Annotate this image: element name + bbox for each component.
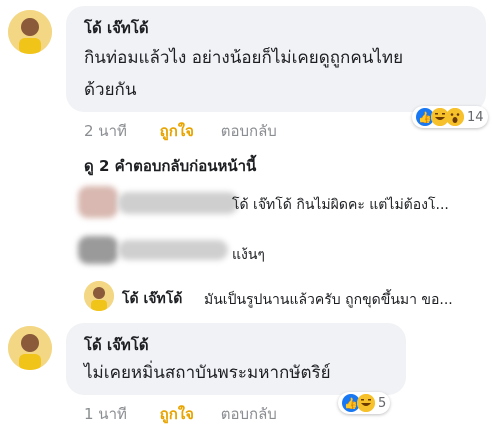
comment-meta: 1 นาที ถูกใจ ตอบกลับ bbox=[84, 402, 277, 426]
comment-text-line: ไม่เคยหมิ่นสถาบันพระมหากษัตริย์ bbox=[84, 363, 331, 383]
haha-reaction-icon bbox=[357, 394, 375, 412]
avatar[interactable] bbox=[84, 281, 114, 311]
reply-author[interactable]: โด้ เจ๊ทโด้ bbox=[122, 288, 182, 310]
comment-bubble: โด้ เจ๊ทโด้ กินท่อมแล้วไง อย่างน้อยก็ไม่… bbox=[66, 6, 486, 112]
avatar-image bbox=[84, 281, 114, 311]
reply-text: มันเป็นรูปนานแล้วครับ ถูกขุดขึ้นมา ขอ... bbox=[204, 292, 453, 308]
comment-time[interactable]: 1 นาที bbox=[84, 405, 127, 423]
comment-time[interactable]: 2 นาที bbox=[84, 122, 127, 140]
comment-text-line: กินท่อมแล้วไง อย่างน้อยก็ไม่เคยดูถูกคนไท… bbox=[84, 48, 404, 68]
blurred-avatar bbox=[78, 236, 118, 264]
blurred-name bbox=[118, 240, 228, 260]
view-previous-replies[interactable]: ดู 2 คำตอบกลับก่อนหน้านี้ bbox=[84, 154, 256, 178]
wow-reaction-icon bbox=[446, 108, 464, 126]
comment-author[interactable]: โด้ เจ๊ทโด้ bbox=[84, 16, 149, 40]
reply-text: โด้ เจ๊ทโด้ กินไม่ผิดคะ แต่ไม่ต้องโ... bbox=[232, 197, 449, 213]
avatar[interactable] bbox=[8, 10, 52, 54]
comment-meta: 2 นาที ถูกใจ ตอบกลับ bbox=[84, 119, 277, 143]
reply-button[interactable]: ตอบกลับ bbox=[221, 122, 277, 140]
blurred-name bbox=[118, 192, 238, 214]
comment-bubble: โด้ เจ๊ทโด้ ไม่เคยหมิ่นสถาบันพระมหากษัตร… bbox=[66, 323, 406, 395]
reaction-count: 5 bbox=[378, 395, 387, 411]
reaction-summary[interactable]: 👍 5 bbox=[338, 392, 391, 414]
like-button[interactable]: ถูกใจ bbox=[160, 122, 194, 140]
blurred-avatar bbox=[78, 186, 118, 218]
reply-text: แง้นๆ bbox=[232, 247, 265, 263]
reaction-summary[interactable]: 👍 14 bbox=[412, 106, 488, 128]
comment-author[interactable]: โด้ เจ๊ทโด้ bbox=[84, 333, 149, 357]
reply-button[interactable]: ตอบกลับ bbox=[221, 405, 277, 423]
avatar-image bbox=[8, 326, 52, 370]
avatar-image bbox=[8, 10, 52, 54]
like-button[interactable]: ถูกใจ bbox=[160, 405, 194, 423]
avatar[interactable] bbox=[8, 326, 52, 370]
comment-text-line: ด้วยกัน bbox=[84, 80, 137, 100]
reaction-count: 14 bbox=[467, 109, 484, 125]
